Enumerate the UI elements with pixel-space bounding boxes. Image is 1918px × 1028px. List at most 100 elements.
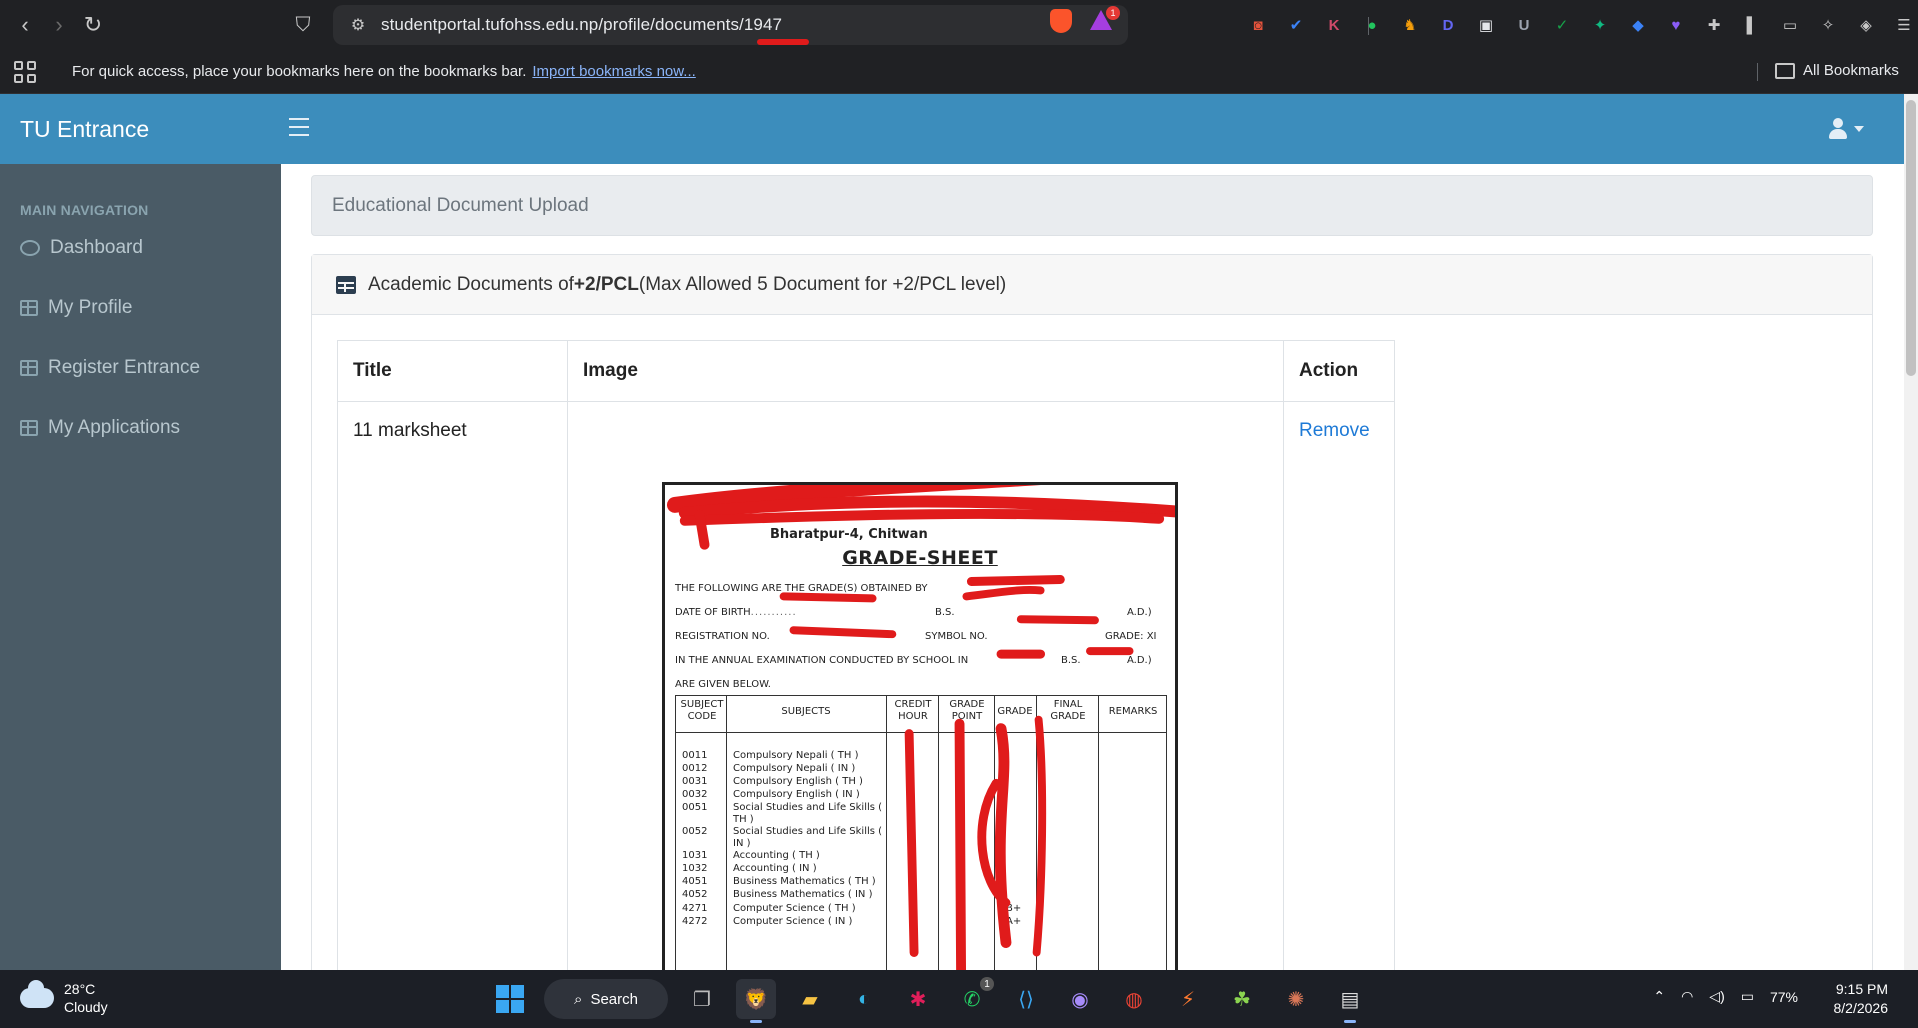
brave-rewards-icon[interactable]: 1 bbox=[1090, 6, 1120, 32]
address-bar[interactable]: ⚙ studentportal.tufohss.edu.np/profile/d… bbox=[333, 5, 1369, 45]
scan-line: ARE GIVEN BELOW. bbox=[675, 679, 771, 690]
sidebar-item-my-applications[interactable]: My Applications bbox=[0, 398, 281, 458]
ext-9-icon[interactable]: ✓ bbox=[1547, 12, 1577, 38]
subject-name: Compulsory Nepali ( TH ) bbox=[733, 750, 859, 761]
wallet-icon[interactable]: ▭ bbox=[1775, 12, 1805, 38]
clock-time: 9:15 PM bbox=[1835, 981, 1888, 997]
whatsapp-icon[interactable]: ✆ 1 bbox=[952, 977, 994, 1019]
page-scrollbar[interactable] bbox=[1904, 94, 1918, 970]
ext-6-icon[interactable]: D bbox=[1433, 12, 1463, 38]
taskbar-search[interactable]: ⌕ Search bbox=[544, 979, 668, 1019]
battery-icon[interactable]: ▭ bbox=[1741, 988, 1754, 1005]
sidebar-item-register-entrance[interactable]: Register Entrance bbox=[0, 338, 281, 398]
ext-12-icon[interactable]: ♥ bbox=[1661, 12, 1691, 38]
brave-shield-icon[interactable] bbox=[1050, 9, 1072, 33]
forward-arrow-icon[interactable]: › bbox=[42, 8, 76, 42]
github-icon[interactable]: ◉ bbox=[1060, 979, 1100, 1019]
system-clock[interactable]: 9:15 PM 8/2/2026 bbox=[1834, 980, 1889, 1018]
top-navbar: TU Entrance bbox=[0, 94, 1904, 164]
caret-down-icon bbox=[1854, 126, 1864, 132]
chevron-up-icon[interactable]: ⌃ bbox=[1653, 988, 1665, 1005]
chrome-icon[interactable]: ◍ bbox=[1114, 979, 1154, 1019]
action-cell: Remove bbox=[1283, 401, 1395, 970]
document-image-cell: Bharatpur-4, Chitwan GRADE-SHEET THE FOL… bbox=[567, 401, 1284, 970]
ext-2-icon[interactable]: ✔ bbox=[1281, 12, 1311, 38]
documents-card: Academic Documents of +2/PCL (Max Allowe… bbox=[311, 254, 1873, 970]
all-bookmarks-button[interactable]: All Bookmarks bbox=[1775, 62, 1899, 79]
subject-code: 0012 bbox=[682, 763, 708, 774]
sidebar-item-dashboard[interactable]: Dashboard bbox=[0, 218, 281, 278]
ext-1-icon[interactable]: ◙ bbox=[1243, 12, 1273, 38]
battery-percent: 77% bbox=[1769, 988, 1798, 1005]
back-arrow-icon[interactable]: ‹ bbox=[8, 8, 42, 42]
scan-line: REGISTRATION NO. bbox=[675, 631, 770, 642]
remove-document-link[interactable]: Remove bbox=[1299, 420, 1370, 441]
edge-icon[interactable]: ◐ bbox=[844, 979, 884, 1019]
document-title: 11 marksheet bbox=[337, 401, 568, 970]
subject-code: 4272 bbox=[682, 916, 708, 927]
sidebar-item-my-profile[interactable]: My Profile bbox=[0, 278, 281, 338]
bookmarks-hint: For quick access, place your bookmarks h… bbox=[72, 63, 527, 80]
bookmark-icon[interactable]: ⛉ bbox=[290, 12, 316, 38]
subject-name: Business Mathematics ( IN ) bbox=[733, 889, 873, 900]
slack-icon[interactable]: ✱ bbox=[898, 979, 938, 1019]
volume-icon[interactable]: ◁) bbox=[1709, 988, 1724, 1005]
search-icon: ⌕ bbox=[574, 990, 583, 1008]
scrollbar-thumb[interactable] bbox=[1906, 100, 1916, 376]
ext-5-icon[interactable]: ♞ bbox=[1395, 12, 1425, 38]
sidebar-toggle-icon[interactable]: ▌ bbox=[1737, 12, 1767, 38]
leo-icon[interactable]: ✧ bbox=[1813, 12, 1843, 38]
ext-4-icon[interactable]: ● bbox=[1357, 12, 1387, 38]
column-header-action: Action bbox=[1283, 340, 1395, 402]
file-explorer-icon[interactable]: ▰ bbox=[790, 979, 830, 1019]
start-button[interactable] bbox=[490, 979, 530, 1019]
subject-code: 0051 bbox=[682, 802, 708, 813]
apps-grid-icon[interactable] bbox=[14, 60, 36, 83]
ext-10-icon[interactable]: ✦ bbox=[1585, 12, 1615, 38]
reload-icon[interactable]: ↻ bbox=[76, 8, 110, 42]
extension-icons: ◙ ✔ K ● ♞ D ▣ U ✓ ✦ ◆ ♥ ✚ ▌ ▭ ✧ ◈ ☰ bbox=[1243, 12, 1918, 38]
import-bookmarks-link[interactable]: Import bookmarks now... bbox=[532, 63, 695, 80]
sidebar-toggle-icon[interactable] bbox=[289, 118, 309, 136]
brave-browser-icon[interactable]: 🦁 bbox=[736, 979, 776, 1023]
ext-3-icon[interactable]: K bbox=[1319, 12, 1349, 38]
clock-date: 8/2/2026 bbox=[1833, 1000, 1889, 1016]
wifi-icon[interactable]: ◠ bbox=[1681, 988, 1693, 1005]
scan-line: B.S. bbox=[1061, 655, 1081, 666]
vpn-icon[interactable]: ◈ bbox=[1851, 12, 1881, 38]
scan-address: Bharatpur-4, Chitwan bbox=[770, 527, 928, 542]
subject-code: 1031 bbox=[682, 850, 708, 861]
scan-line: A.D.) bbox=[1127, 607, 1152, 618]
url-highlight-mark bbox=[757, 39, 809, 45]
claude-icon[interactable]: ✺ bbox=[1276, 979, 1316, 1019]
folder-icon bbox=[1775, 62, 1795, 79]
rewards-badge: 1 bbox=[1106, 6, 1120, 20]
puzzle-icon[interactable]: ✚ bbox=[1699, 12, 1729, 38]
weather-widget[interactable]: 28°C Cloudy bbox=[20, 980, 108, 1016]
menu-icon[interactable]: ☰ bbox=[1889, 12, 1918, 38]
notepad-icon[interactable]: ▤ bbox=[1330, 979, 1370, 1023]
app-icon[interactable]: ☘ bbox=[1222, 979, 1262, 1019]
subject-code: 4051 bbox=[682, 876, 708, 887]
document-image[interactable]: Bharatpur-4, Chitwan GRADE-SHEET THE FOL… bbox=[662, 472, 1182, 970]
sublime-icon[interactable]: ⚡ bbox=[1168, 979, 1208, 1019]
marks-col-header: SUBJECTS bbox=[781, 706, 831, 717]
task-view-icon[interactable]: ❐ bbox=[682, 979, 722, 1019]
subject-code: 0052 bbox=[682, 826, 708, 837]
table-icon bbox=[20, 300, 38, 316]
subject-name: Accounting ( TH ) bbox=[733, 850, 820, 861]
whatsapp-badge: 1 bbox=[980, 977, 994, 991]
site-info-icon[interactable]: ⚙ bbox=[341, 8, 375, 42]
table-icon bbox=[20, 360, 38, 376]
user-menu-button[interactable] bbox=[1828, 118, 1864, 140]
vscode-icon[interactable]: ⟨⟩ bbox=[1006, 979, 1046, 1019]
ext-7-icon[interactable]: ▣ bbox=[1471, 12, 1501, 38]
marks-col-header: FINAL GRADE bbox=[1050, 699, 1086, 722]
ext-11-icon[interactable]: ◆ bbox=[1623, 12, 1653, 38]
url-text[interactable]: studentportal.tufohss.edu.np/profile/doc… bbox=[381, 15, 782, 35]
scan-line: GRADE: XI bbox=[1105, 631, 1157, 642]
ext-8-icon[interactable]: U bbox=[1509, 12, 1539, 38]
sidebar-item-label: My Applications bbox=[48, 417, 181, 438]
brand-logo[interactable]: TU Entrance bbox=[0, 94, 281, 164]
weather-temperature: 28°C bbox=[64, 981, 96, 997]
